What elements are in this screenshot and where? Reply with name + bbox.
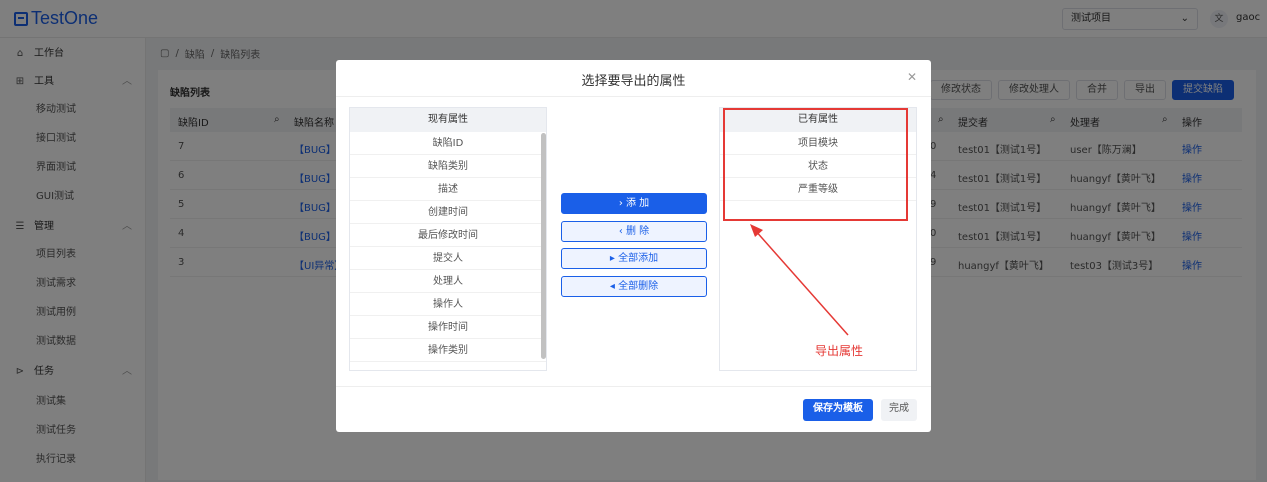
attribute-item[interactable]: 操作类别 — [350, 339, 546, 362]
attribute-item[interactable]: 描述 — [350, 178, 546, 201]
panel-header: 现有属性 — [350, 108, 546, 132]
attribute-item[interactable]: 操作人 — [350, 293, 546, 316]
annotation-arrow — [750, 224, 849, 336]
attribute-item[interactable]: 提交人 — [350, 247, 546, 270]
add-all-button[interactable]: ▸ 全部添加 — [561, 248, 707, 269]
done-button[interactable]: 完成 — [881, 399, 917, 421]
scrollbar[interactable] — [541, 133, 546, 359]
annotation-highlight-box — [723, 108, 908, 221]
save-as-template-button[interactable]: 保存为模板 — [803, 399, 873, 421]
close-icon[interactable]: ✕ — [907, 70, 917, 84]
divider — [336, 386, 931, 387]
divider — [336, 96, 931, 97]
attribute-item[interactable]: 最后修改时间 — [350, 224, 546, 247]
remove-button[interactable]: ‹ 删 除 — [561, 221, 707, 242]
attribute-item[interactable]: 创建时间 — [350, 201, 546, 224]
attribute-item[interactable]: 缺陷ID — [350, 132, 546, 155]
add-button[interactable]: › 添 加 — [561, 193, 707, 214]
dialog-title: 选择要导出的属性 — [581, 74, 686, 89]
remove-all-button[interactable]: ◂ 全部删除 — [561, 276, 707, 297]
attribute-item[interactable]: 缺陷类别 — [350, 155, 546, 178]
attribute-item[interactable]: 处理人 — [350, 270, 546, 293]
available-attributes-panel: 现有属性 缺陷ID 缺陷类别 描述 创建时间 最后修改时间 提交人 处理人 操作… — [349, 107, 547, 371]
annotation-label: 导出属性 — [815, 344, 864, 358]
attribute-item[interactable]: 操作时间 — [350, 316, 546, 339]
